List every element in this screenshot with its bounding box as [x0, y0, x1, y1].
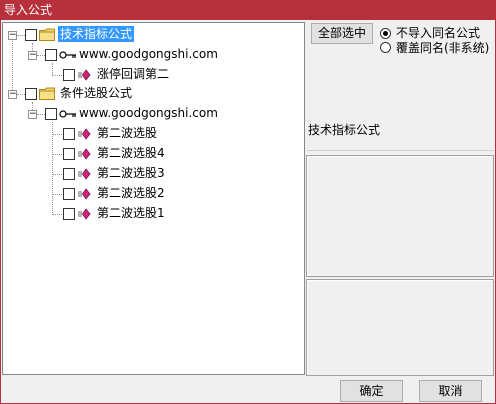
formula-params-box — [306, 279, 494, 376]
radio-overwrite[interactable] — [380, 42, 391, 53]
formula-checkbox[interactable] — [63, 148, 75, 160]
formula-label[interactable]: 第二波选股2 — [97, 185, 165, 201]
formula-label[interactable]: 第二波选股 — [97, 125, 157, 141]
radio-no-import[interactable] — [380, 28, 391, 39]
tree-connector — [52, 214, 62, 215]
group-2-checkbox[interactable] — [25, 88, 37, 100]
folder-icon — [39, 28, 55, 41]
tree-connector — [52, 154, 62, 155]
group-1-label[interactable]: 技术指标公式 — [58, 26, 135, 42]
folder-icon — [39, 87, 55, 100]
formula-description-box — [306, 155, 494, 277]
group-2-label[interactable]: 条件选股公式 — [60, 85, 132, 101]
formula-checkbox[interactable] — [63, 168, 75, 180]
title-bar: 导入公式 — [0, 0, 496, 20]
expand-toggle-group-2[interactable]: − — [8, 90, 17, 99]
formula-icon — [78, 208, 91, 220]
tree-connector — [52, 194, 62, 195]
key-icon — [59, 110, 76, 118]
formula-tree[interactable]: − 技术指标公式 − www.goodgongshi.com 涨停回调第二 − … — [2, 22, 305, 375]
expand-toggle-group-1[interactable]: − — [8, 31, 17, 40]
formula-label[interactable]: 第二波选股4 — [97, 145, 165, 161]
tree-connector — [37, 55, 45, 56]
tree-connector — [37, 114, 45, 115]
site-2-label[interactable]: www.goodgongshi.com — [79, 105, 218, 121]
cancel-button[interactable]: 取消 — [419, 380, 482, 402]
site-1-label[interactable]: www.goodgongshi.com — [79, 46, 218, 62]
tree-connector — [52, 63, 53, 75]
group-1-checkbox[interactable] — [25, 29, 37, 41]
tree-connector — [17, 94, 25, 95]
formula-label[interactable]: 第二波选股1 — [97, 205, 165, 221]
site-1-checkbox[interactable] — [45, 49, 57, 61]
tree-connector — [52, 174, 62, 175]
tree-root-line — [12, 38, 13, 94]
key-icon — [59, 51, 76, 59]
window-title: 导入公式 — [4, 3, 53, 17]
radio-no-import-label[interactable]: 不导入同名公式 — [396, 26, 480, 40]
formula-checkbox[interactable] — [63, 188, 75, 200]
select-all-button[interactable]: 全部选中 — [311, 23, 373, 44]
expand-toggle-site-2[interactable]: − — [28, 110, 37, 119]
ok-button[interactable]: 确定 — [340, 380, 403, 402]
radio-overwrite-label[interactable]: 覆盖同名(非系统) — [396, 41, 489, 55]
tree-connector — [52, 122, 53, 215]
formula-label[interactable]: 第二波选股3 — [97, 165, 165, 181]
formula-icon — [78, 148, 91, 160]
formula-icon — [78, 128, 91, 140]
formula-label[interactable]: 涨停回调第二 — [97, 66, 169, 82]
formula-checkbox[interactable] — [63, 128, 75, 140]
formula-icon — [78, 168, 91, 180]
formula-checkbox[interactable] — [63, 69, 75, 81]
expand-toggle-site-1[interactable]: − — [28, 51, 37, 60]
formula-checkbox[interactable] — [63, 208, 75, 220]
tree-connector — [52, 75, 62, 76]
site-2-checkbox[interactable] — [45, 108, 57, 120]
tree-connector — [17, 35, 25, 36]
tree-connector — [52, 134, 62, 135]
formula-icon — [78, 69, 91, 81]
formula-type-label: 技术指标公式 — [307, 121, 494, 151]
formula-icon — [78, 188, 91, 200]
